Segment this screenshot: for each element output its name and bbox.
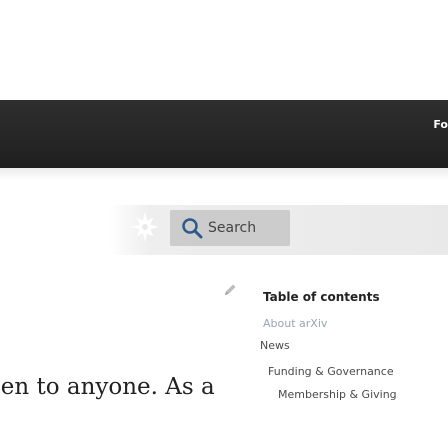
logo-icon-graphic (131, 212, 159, 242)
toc-item-about-arxiv[interactable]: About arXiv (263, 316, 327, 332)
body-text-line: pen to anyone. As a (0, 374, 215, 400)
toc-title: Table of contents (263, 290, 380, 304)
search-icon[interactable] (180, 216, 204, 240)
body-text: pen to anyone. As a (0, 372, 256, 402)
page: Fo Search Table of contents About arXiv … (0, 0, 448, 448)
top-header (0, 100, 448, 168)
pencil-icon[interactable] (222, 282, 238, 298)
header-nav-link[interactable]: Fo (414, 116, 448, 134)
toc-item-news[interactable]: News (260, 338, 290, 354)
toc-item-funding-governance[interactable]: Funding & Governance (268, 364, 394, 380)
toc-item-membership-giving[interactable]: Membership & Giving (278, 387, 397, 403)
logo-icon[interactable] (130, 210, 160, 244)
search-label[interactable]: Search (208, 218, 256, 238)
header-shadow (0, 168, 448, 180)
